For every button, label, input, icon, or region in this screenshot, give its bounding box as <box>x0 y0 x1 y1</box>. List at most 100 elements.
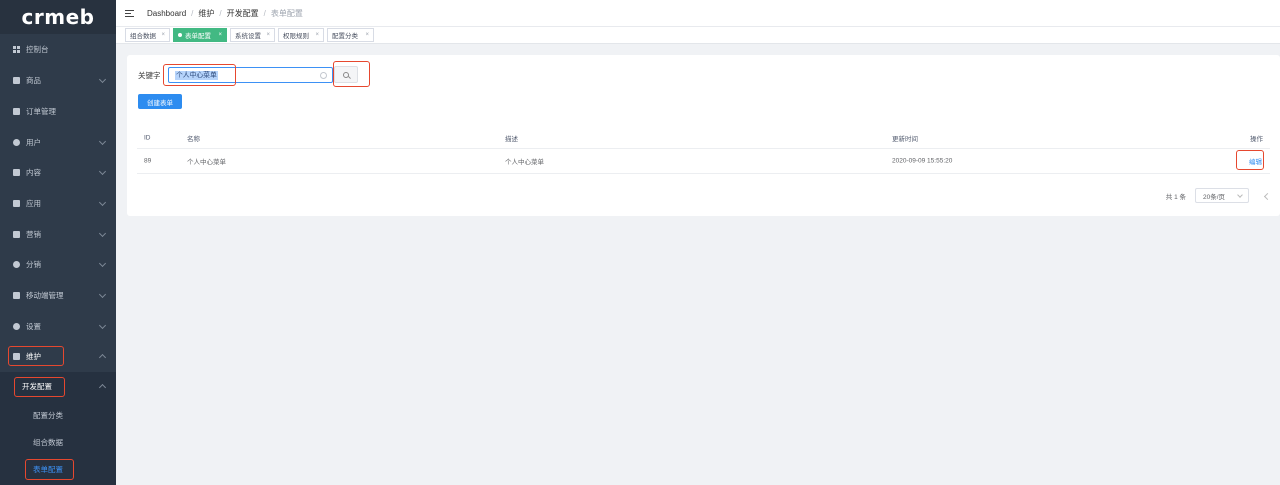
chevron-down-icon <box>98 198 107 207</box>
sidebar-item-label: 分销 <box>26 259 41 269</box>
forms-table: ID 名称 描述 更新时间 操作 89 个人中心菜单 个人中心菜单 2020-0… <box>137 128 1270 174</box>
cell-id: 89 <box>144 157 152 165</box>
chevron-down-icon <box>98 321 107 330</box>
content-card: 关键字 个人中心菜单 创建表单 ID 名称 描述 更新时间 操作 89 个人中心… <box>127 55 1280 216</box>
sidebar-item-products[interactable]: 商品 <box>0 65 116 95</box>
logo[interactable]: crmeb <box>0 0 116 34</box>
breadcrumb-item[interactable]: Dashboard <box>147 9 186 18</box>
create-form-button[interactable]: 创建表单 <box>138 94 182 109</box>
sidebar: crmeb 控制台 商品 订单管理 用户 内容 应用 营销 分销 移动端管理 设… <box>0 0 116 485</box>
active-dot-icon <box>178 33 182 37</box>
cell-desc: 个人中心菜单 <box>505 159 544 166</box>
highlight-box <box>1236 150 1264 170</box>
highlight-box <box>14 377 65 397</box>
tags-view: 组合数据 × 表单配置 × 系统设置 × 权限规则 × 配置分类 × <box>116 27 1280 44</box>
chevron-up-icon <box>98 383 107 392</box>
marketing-icon <box>13 230 20 238</box>
sidebar-item-label: 营销 <box>26 229 41 239</box>
highlight-box <box>163 64 236 86</box>
chevron-down-icon <box>1237 192 1243 198</box>
top-bar: Dashboard / 维护 / 开发配置 / 表单配置 <box>116 0 1280 27</box>
sidebar-item-settings[interactable]: 设置 <box>0 311 116 341</box>
sidebar-sub-config-category[interactable]: 配置分类 <box>0 402 116 429</box>
chevron-down-icon <box>98 259 107 268</box>
sidebar-item-content[interactable]: 内容 <box>0 157 116 187</box>
chevron-up-icon <box>98 353 107 362</box>
chart-content-icon <box>13 168 20 176</box>
dashboard-grid-icon <box>13 45 20 53</box>
sidebar-item-label: 用户 <box>26 137 41 147</box>
sidebar-item-mobile[interactable]: 移动端管理 <box>0 280 116 310</box>
breadcrumb-separator: / <box>191 8 194 18</box>
tab-label: 系统设置 <box>235 33 261 40</box>
sidebar-item-label: 内容 <box>26 167 41 177</box>
user-icon <box>13 138 20 146</box>
chevron-down-icon <box>98 290 107 299</box>
table-header: ID 名称 描述 更新时间 操作 <box>137 128 1270 149</box>
gear-icon <box>13 322 20 330</box>
shopping-bag-icon <box>13 76 20 84</box>
breadcrumb-item[interactable]: 开发配置 <box>227 8 259 19</box>
sidebar-item-label: 控制台 <box>26 44 49 54</box>
breadcrumb-item[interactable]: 维护 <box>198 8 214 19</box>
highlight-box <box>333 61 370 87</box>
page-size-select[interactable]: 20条/页 <box>1195 188 1249 203</box>
tab-label: 权限规则 <box>283 33 309 40</box>
breadcrumb-separator: / <box>219 8 222 18</box>
sidebar-item-orders[interactable]: 订单管理 <box>0 96 116 126</box>
sidebar-item-marketing[interactable]: 营销 <box>0 219 116 249</box>
menu-toggle-icon[interactable] <box>125 9 134 17</box>
col-updated: 更新时间 <box>892 136 918 143</box>
tab-system-settings[interactable]: 系统设置 × <box>230 28 275 42</box>
tab-config-category[interactable]: 配置分类 × <box>327 28 374 42</box>
sidebar-item-dashboard[interactable]: 控制台 <box>0 34 116 64</box>
cell-updated: 2020-09-09 15:55:20 <box>892 157 953 165</box>
distribution-icon <box>13 260 20 268</box>
clear-icon[interactable] <box>320 72 327 79</box>
close-icon[interactable]: × <box>266 32 270 38</box>
order-list-icon <box>13 107 20 115</box>
chevron-down-icon <box>98 75 107 84</box>
col-desc: 描述 <box>505 136 518 143</box>
col-action: 操作 <box>1250 136 1263 143</box>
close-icon[interactable]: × <box>218 32 222 38</box>
cell-name: 个人中心菜单 <box>187 159 226 166</box>
sidebar-item-label: 移动端管理 <box>26 290 64 300</box>
page-size-value: 20条/页 <box>1203 193 1226 201</box>
breadcrumb-separator: / <box>263 8 266 18</box>
tab-group-data[interactable]: 组合数据 × <box>125 28 170 42</box>
sidebar-sub-group-data[interactable]: 组合数据 <box>0 429 116 456</box>
send-icon <box>13 199 20 207</box>
close-icon[interactable]: × <box>315 32 319 38</box>
sidebar-item-label: 商品 <box>26 75 41 85</box>
chevron-down-icon <box>98 137 107 146</box>
sidebar-item-distribution[interactable]: 分销 <box>0 249 116 279</box>
highlight-box <box>25 459 74 480</box>
keyword-label: 关键字 <box>138 71 161 80</box>
tab-form-config[interactable]: 表单配置 × <box>173 28 227 42</box>
chevron-down-icon <box>98 229 107 238</box>
mobile-icon <box>13 291 20 299</box>
col-name: 名称 <box>187 136 200 143</box>
breadcrumb-current: 表单配置 <box>270 8 303 18</box>
tab-label: 组合数据 <box>130 33 156 40</box>
highlight-box <box>8 346 64 366</box>
pagination-total: 共 1 条 <box>1165 193 1186 201</box>
sidebar-item-apps[interactable]: 应用 <box>0 188 116 218</box>
sub-item-label: 组合数据 <box>33 438 63 447</box>
col-id: ID <box>144 134 151 142</box>
close-icon[interactable]: × <box>365 32 369 38</box>
table-row: 89 个人中心菜单 个人中心菜单 2020-09-09 15:55:20 编辑 <box>137 149 1270 174</box>
pagination: 共 1 条 20条/页 <box>1166 188 1270 203</box>
sidebar-item-label: 设置 <box>26 321 41 331</box>
close-icon[interactable]: × <box>161 32 165 38</box>
tab-permission-rules[interactable]: 权限规则 × <box>278 28 324 42</box>
tab-label: 配置分类 <box>332 33 358 40</box>
tab-label: 表单配置 <box>185 33 211 40</box>
sub-item-label: 配置分类 <box>33 411 63 420</box>
chevron-down-icon <box>98 167 107 176</box>
prev-page-icon[interactable] <box>1262 192 1270 200</box>
sidebar-item-users[interactable]: 用户 <box>0 127 116 157</box>
sidebar-item-label: 订单管理 <box>26 106 56 116</box>
sidebar-item-label: 应用 <box>26 198 41 208</box>
